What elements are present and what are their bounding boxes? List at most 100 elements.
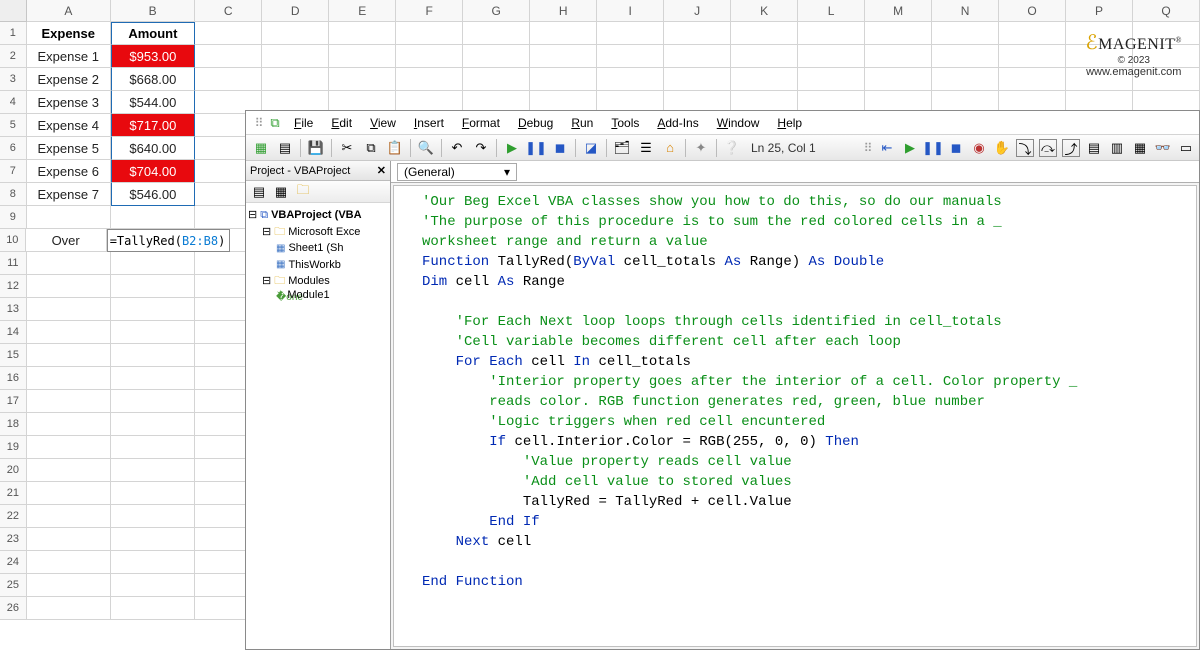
row-header-4[interactable]: 4 — [0, 91, 27, 114]
reset-icon-2[interactable]: ◼ — [947, 139, 965, 157]
cell-A20[interactable] — [27, 459, 111, 482]
cell-A11[interactable] — [27, 252, 111, 275]
row-header-18[interactable]: 18 — [0, 413, 27, 436]
select-all-corner[interactable] — [0, 0, 27, 22]
cell-H2[interactable] — [530, 45, 597, 68]
excel-objects-folder[interactable]: Microsoft Exce — [288, 224, 360, 241]
cell-J1[interactable] — [664, 22, 731, 45]
locals-icon[interactable]: ▤ — [1085, 139, 1103, 157]
row-header-8[interactable]: 8 — [0, 183, 27, 206]
row-header-21[interactable]: 21 — [0, 482, 27, 505]
cell-B24[interactable] — [111, 551, 195, 574]
cell-E2[interactable] — [329, 45, 396, 68]
toolbox-icon[interactable]: ✦ — [692, 139, 710, 157]
row-header-20[interactable]: 20 — [0, 459, 27, 482]
cell-B22[interactable] — [111, 505, 195, 528]
cell-A8[interactable]: Expense 7 — [27, 183, 111, 206]
cell-A13[interactable] — [27, 298, 111, 321]
call-stack-icon[interactable]: ▭ — [1177, 139, 1195, 157]
help-icon[interactable]: ❔ — [723, 139, 741, 157]
excel-app-icon[interactable]: ⧉ — [266, 114, 284, 132]
row-header-11[interactable]: 11 — [0, 252, 27, 275]
paste-icon[interactable]: 📋 — [386, 139, 404, 157]
cell-A21[interactable] — [27, 482, 111, 505]
cell-G2[interactable] — [463, 45, 530, 68]
thisworkbook-node[interactable]: ThisWorkb — [288, 257, 340, 274]
project-explorer-icon[interactable]: 🗂 — [613, 139, 631, 157]
row-header-10[interactable]: 10 — [0, 229, 26, 252]
column-header-E[interactable]: E — [329, 0, 396, 22]
column-header-K[interactable]: K — [731, 0, 798, 22]
cell-M3[interactable] — [865, 68, 932, 91]
cell-B26[interactable] — [111, 597, 195, 620]
cell-A4[interactable]: Expense 3 — [27, 91, 111, 114]
menu-file[interactable]: File — [286, 114, 321, 132]
cell-D1[interactable] — [262, 22, 329, 45]
cell-B13[interactable] — [111, 298, 195, 321]
cell-F3[interactable] — [396, 68, 463, 91]
toggle-folders-icon[interactable]: 🗀 — [294, 183, 312, 201]
column-header-M[interactable]: M — [865, 0, 932, 22]
menu-debug[interactable]: Debug — [510, 114, 561, 132]
cell-B7[interactable]: $704.00 — [111, 160, 195, 183]
row-header-1[interactable]: 1 — [0, 22, 27, 45]
cell-B4[interactable]: $544.00 — [111, 91, 195, 114]
cell-A17[interactable] — [27, 390, 111, 413]
cell-A16[interactable] — [27, 367, 111, 390]
view-code-icon[interactable]: ▤ — [250, 183, 268, 201]
column-header-C[interactable]: C — [195, 0, 262, 22]
column-header-B[interactable]: B — [111, 0, 195, 22]
row-header-14[interactable]: 14 — [0, 321, 27, 344]
menu-help[interactable]: Help — [769, 114, 810, 132]
row-header-24[interactable]: 24 — [0, 551, 27, 574]
cell-K1[interactable] — [731, 22, 798, 45]
cell-B2[interactable]: $953.00 — [111, 45, 195, 68]
column-header-H[interactable]: H — [530, 0, 597, 22]
cell-B20[interactable] — [111, 459, 195, 482]
cell-A10[interactable]: Over — [26, 229, 107, 252]
row-header-15[interactable]: 15 — [0, 344, 27, 367]
cell-A9[interactable] — [27, 206, 111, 229]
copy-icon[interactable]: ⧉ — [362, 139, 380, 157]
cell-L3[interactable] — [798, 68, 865, 91]
cell-D2[interactable] — [262, 45, 329, 68]
run-icon-2[interactable]: ▶ — [901, 139, 919, 157]
redo-icon[interactable]: ↷ — [472, 139, 490, 157]
undo-icon[interactable]: ↶ — [448, 139, 466, 157]
cell-B10[interactable]: =TallyRed(B2:B8) — [107, 229, 231, 252]
save-icon[interactable]: 💾 — [307, 139, 325, 157]
cell-B23[interactable] — [111, 528, 195, 551]
cell-B9[interactable] — [111, 206, 195, 229]
cell-E3[interactable] — [329, 68, 396, 91]
cell-B14[interactable] — [111, 321, 195, 344]
cell-B3[interactable]: $668.00 — [111, 68, 195, 91]
design-mode-icon[interactable]: ◪ — [582, 139, 600, 157]
row-header-26[interactable]: 26 — [0, 597, 27, 620]
find-icon[interactable]: 🔍 — [417, 139, 435, 157]
cell-O3[interactable] — [999, 68, 1066, 91]
row-header-25[interactable]: 25 — [0, 574, 27, 597]
cell-N1[interactable] — [932, 22, 999, 45]
row-header-13[interactable]: 13 — [0, 298, 27, 321]
row-header-19[interactable]: 19 — [0, 436, 27, 459]
view-excel-icon[interactable]: ▦ — [252, 139, 270, 157]
step-out-icon[interactable]: ⤴ — [1062, 139, 1080, 157]
cell-A19[interactable] — [27, 436, 111, 459]
row-header-6[interactable]: 6 — [0, 137, 27, 160]
column-header-N[interactable]: N — [932, 0, 999, 22]
row-header-5[interactable]: 5 — [0, 114, 27, 137]
cell-C1[interactable] — [195, 22, 262, 45]
break-icon[interactable]: ❚❚ — [527, 139, 545, 157]
cell-A7[interactable]: Expense 6 — [27, 160, 111, 183]
cell-D3[interactable] — [262, 68, 329, 91]
cell-A23[interactable] — [27, 528, 111, 551]
step-into-icon[interactable]: ⤵ — [1016, 139, 1034, 157]
project-tree[interactable]: ⊟⧉VBAProject (VBA ⊟🗀Microsoft Exce ▦Shee… — [246, 203, 390, 307]
column-header-G[interactable]: G — [463, 0, 530, 22]
menu-run[interactable]: Run — [563, 114, 601, 132]
row-header-16[interactable]: 16 — [0, 367, 27, 390]
row-header-2[interactable]: 2 — [0, 45, 27, 68]
cell-B8[interactable]: $546.00 — [111, 183, 195, 206]
cell-J2[interactable] — [664, 45, 731, 68]
toggle-breakpoint-icon[interactable]: ◉ — [970, 139, 988, 157]
